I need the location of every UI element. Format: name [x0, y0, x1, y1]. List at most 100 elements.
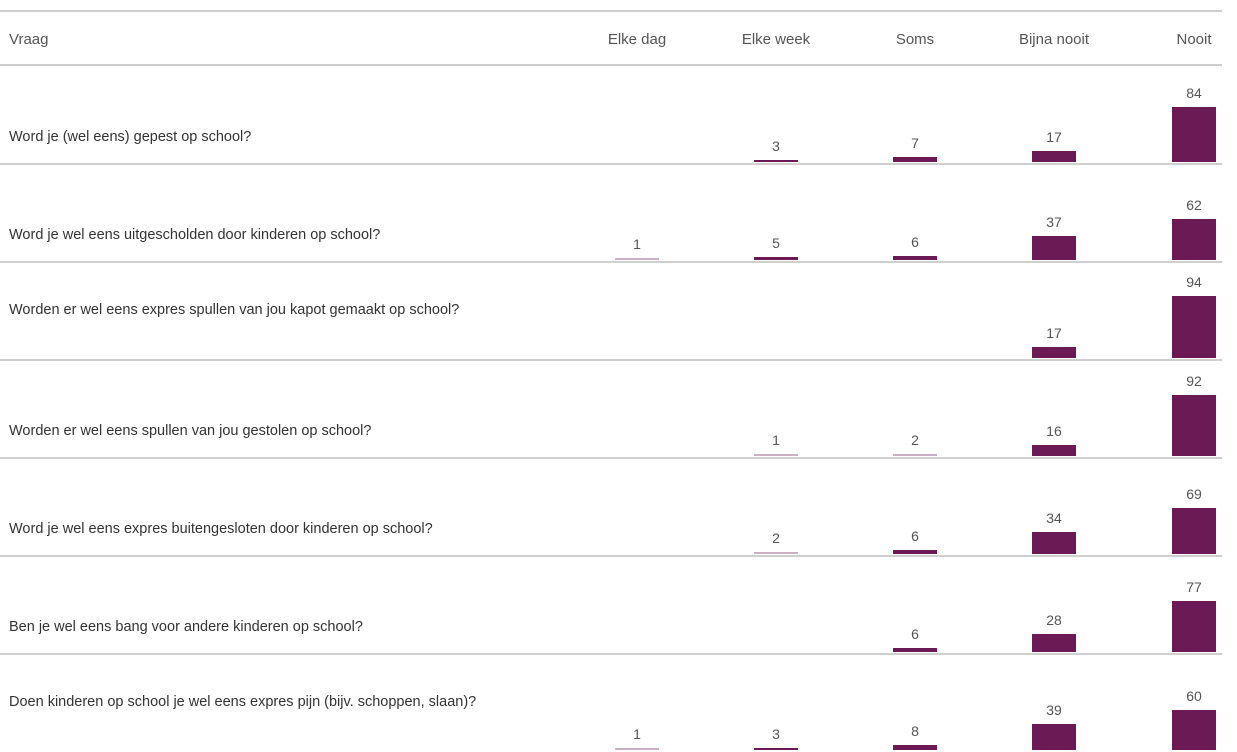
column-header-soms: Soms [895, 31, 935, 48]
cell-bijna-nooit: 28 [989, 556, 1119, 654]
value-bar [1032, 531, 1076, 554]
cell-nooit: 77 [1129, 556, 1237, 654]
table-row: Word je wel eens uitgescholden door kind… [0, 164, 1237, 263]
cell-nooit: 60 [1129, 654, 1237, 752]
cell-nooit: 62 [1129, 164, 1237, 262]
header-top-rule [0, 10, 1222, 12]
value-label: 77 [1186, 579, 1202, 596]
cell-bijna-nooit: 17 [989, 66, 1119, 164]
value-label: 28 [1046, 611, 1062, 628]
value-label: 17 [1046, 324, 1062, 341]
cell-soms: 2 [850, 360, 980, 458]
value-bar [893, 157, 937, 162]
cell-elke-dag: 1 [572, 164, 702, 262]
value-label: 34 [1046, 509, 1062, 526]
value-label: 39 [1046, 702, 1062, 719]
value-bar [754, 160, 798, 162]
column-header-bijna-nooit: Bijna nooit [1018, 31, 1090, 48]
cell-nooit: 84 [1129, 66, 1237, 164]
column-header-nooit: Nooit [1176, 31, 1212, 48]
table-header: Vraag Elke dag Elke week Soms Bijna nooi… [0, 0, 1237, 66]
table-row: Ben je wel eens bang voor andere kindere… [0, 556, 1237, 655]
value-bar [754, 748, 798, 750]
value-bar [1032, 445, 1076, 456]
question-label: Word je (wel eens) gepest op school? [9, 129, 252, 145]
cell-bijna-nooit: 37 [989, 164, 1119, 262]
cell-soms: 7 [850, 66, 980, 164]
value-label: 8 [911, 722, 919, 739]
cell-nooit: 94 [1129, 262, 1237, 360]
value-bar [1172, 106, 1216, 162]
value-label: 60 [1186, 688, 1202, 705]
table-row: Word je (wel eens) gepest op school? 3 7 17… [0, 66, 1237, 165]
value-bar [1172, 601, 1216, 652]
value-label: 6 [911, 234, 919, 251]
cell-elke-dag: 1 [572, 654, 702, 752]
value-bar [893, 454, 937, 456]
value-bar [754, 552, 798, 554]
cell-bijna-nooit: 17 [989, 262, 1119, 360]
value-label: 2 [911, 432, 919, 448]
value-bar [1032, 724, 1076, 750]
results-table: Vraag Elke dag Elke week Soms Bijna nooi… [0, 0, 1237, 750]
cell-elke-week: 2 [711, 458, 841, 556]
value-bar [1172, 395, 1216, 456]
value-label: 17 [1046, 128, 1062, 145]
value-label: 6 [911, 626, 919, 643]
cell-bijna-nooit: 34 [989, 458, 1119, 556]
value-bar [1172, 295, 1216, 358]
cell-elke-week: 1 [711, 360, 841, 458]
value-label: 1 [633, 726, 641, 742]
question-label: Word je wel eens expres buitengesloten d… [9, 521, 433, 537]
value-bar [615, 748, 659, 750]
cell-bijna-nooit: 39 [989, 654, 1119, 752]
value-label: 6 [911, 528, 919, 545]
value-label: 1 [772, 432, 780, 448]
value-bar [1032, 346, 1076, 358]
value-bar [893, 256, 937, 260]
value-label: 5 [772, 234, 780, 251]
question-label: Doen kinderen op school je wel eens expr… [9, 694, 477, 710]
cell-elke-week: 3 [711, 654, 841, 752]
column-header-elke-dag: Elke dag [607, 31, 667, 48]
cell-elke-week: 3 [711, 66, 841, 164]
value-bar [1032, 633, 1076, 652]
value-label: 62 [1186, 197, 1202, 214]
table-row: Worden er wel eens spullen van jou gesto… [0, 360, 1237, 459]
value-label: 3 [772, 138, 780, 154]
value-bar [893, 744, 937, 750]
cell-nooit: 92 [1129, 360, 1237, 458]
question-label: Worden er wel eens expres spullen van jo… [9, 302, 460, 318]
value-bar [1032, 235, 1076, 260]
value-bar [754, 454, 798, 456]
value-label: 94 [1186, 273, 1202, 290]
value-bar [893, 648, 937, 652]
cell-soms: 8 [850, 654, 980, 752]
value-label: 2 [772, 530, 780, 546]
column-header-elke-week: Elke week [741, 31, 811, 48]
cell-elke-week: 5 [711, 164, 841, 262]
cell-soms: 6 [850, 164, 980, 262]
value-bar [1172, 508, 1216, 554]
value-bar [893, 550, 937, 554]
value-bar [754, 256, 798, 260]
value-bar [1172, 219, 1216, 260]
cell-nooit: 69 [1129, 458, 1237, 556]
value-label: 16 [1046, 423, 1062, 440]
value-bar [615, 258, 659, 260]
cell-soms: 6 [850, 458, 980, 556]
question-label: Ben je wel eens bang voor andere kindere… [9, 619, 363, 635]
value-label: 3 [772, 726, 780, 742]
value-bar [1172, 710, 1216, 750]
value-label: 1 [633, 236, 641, 252]
column-header-question: Vraag [9, 31, 49, 48]
cell-bijna-nooit: 16 [989, 360, 1119, 458]
question-label: Word je wel eens uitgescholden door kind… [9, 227, 381, 243]
table-row: Word je wel eens expres buitengesloten d… [0, 458, 1237, 557]
value-label: 84 [1186, 84, 1202, 101]
table-row: Worden er wel eens expres spullen van jo… [0, 262, 1237, 361]
value-label: 92 [1186, 373, 1202, 390]
cell-soms: 6 [850, 556, 980, 654]
value-bar [1032, 150, 1076, 162]
value-label: 37 [1046, 213, 1062, 230]
